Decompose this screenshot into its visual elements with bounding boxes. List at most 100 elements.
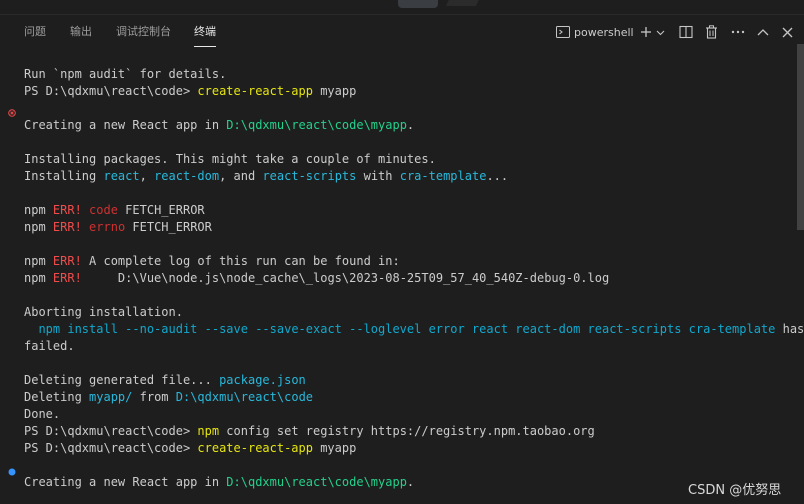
terminal-text: Creating a new React app in [24, 475, 227, 489]
watermark: CSDN @优努思 [688, 483, 782, 498]
terminal-line: Aborting installation. [24, 304, 794, 321]
terminal-text: npm [24, 220, 53, 234]
terminal-text: failed. [24, 339, 75, 353]
terminal-output[interactable]: Run `npm audit` for details. PS D:\qdxmu\… [24, 66, 804, 491]
terminal-text: FETCH_ERROR [117, 203, 205, 217]
chevron-down-icon [656, 28, 665, 37]
terminal-line: Deleting generated file... package.json [24, 372, 794, 389]
editor-shape-fragment [445, 0, 489, 6]
terminal-line: Deleting myapp/ from D:\qdxmu\react\code [24, 389, 794, 406]
terminal-text: , and [219, 169, 263, 183]
terminal-line: npm ERR! errno FETCH_ERROR [24, 219, 794, 236]
terminal-line: npm ERR! code FETCH_ERROR [24, 202, 794, 219]
terminal-text: PS D:\qdxmu\react\code> [24, 84, 198, 98]
terminal-text: npm [197, 424, 220, 438]
terminal-icon [556, 25, 570, 39]
terminal-text: Installing [24, 169, 104, 183]
terminal-scrollbar[interactable] [797, 44, 804, 230]
dot-icon[interactable] [8, 461, 16, 476]
terminal-text: Deleting generated file... [24, 373, 220, 387]
tab-terminal[interactable]: 终端 [194, 24, 216, 48]
terminal-text: ... [486, 169, 509, 183]
terminal-text: package.json [219, 373, 306, 387]
terminal-text: has [775, 322, 804, 336]
terminal-text: D:\qdxmu\react\code\myapp [226, 118, 407, 132]
terminal-text: D:\qdxmu\react\code\myapp [226, 475, 407, 489]
plus-icon [640, 26, 652, 38]
terminal-line: Run `npm audit` for details. [24, 66, 794, 83]
terminal-text: ERR! [52, 254, 82, 268]
tab-debug-console[interactable]: 调试控制台 [116, 24, 171, 48]
terminal-text: myapp [312, 84, 357, 98]
terminal-text: react [103, 169, 140, 183]
terminal-text: PS D:\qdxmu\react\code> [24, 424, 198, 438]
terminal-text: myapp/ [89, 390, 133, 404]
terminal-text: Creating a new React app in [24, 118, 227, 132]
close-icon [782, 27, 793, 38]
terminal-line: failed. [24, 338, 794, 355]
terminal-text: A complete log of this run can be found … [81, 254, 400, 268]
terminal-text: myapp [312, 441, 357, 455]
error-circle-icon[interactable] [8, 102, 16, 117]
editor-top-strip [0, 0, 804, 14]
terminal-text: config set registry https://registry.npm… [219, 424, 595, 438]
kill-terminal-button[interactable] [705, 21, 718, 43]
shell-name-label: powershell [574, 25, 634, 39]
terminal-text: Deleting [24, 390, 90, 404]
terminal-text: . [406, 475, 415, 489]
close-panel-button[interactable] [782, 21, 793, 43]
split-terminal-button[interactable] [679, 21, 693, 43]
terminal-text: . [406, 118, 415, 132]
terminal-text: cra-template [399, 169, 487, 183]
terminal-text: npm [24, 203, 53, 217]
terminal-text: PS D:\qdxmu\react\code> [24, 441, 198, 455]
terminal-line: Installing packages. This might take a c… [24, 151, 794, 168]
terminal-text: D:\qdxmu\react\code [175, 390, 314, 404]
more-actions-button[interactable] [731, 21, 745, 43]
terminal-text: create-react-app [197, 84, 313, 98]
terminal-text: react-scripts [262, 169, 357, 183]
editor-tab-fragment [398, 0, 438, 8]
terminal-text: Aborting installation. [24, 305, 183, 319]
terminal-text: Done. [24, 407, 61, 421]
terminal-text: errno [89, 220, 126, 234]
terminal-text: Installing packages. This might take a c… [24, 152, 436, 166]
tab-output[interactable]: 输出 [70, 24, 92, 48]
terminal-dropdown-button[interactable] [656, 21, 665, 43]
terminal-line: PS D:\qdxmu\react\code> create-react-app… [24, 83, 794, 100]
terminal-line: Done. [24, 406, 794, 423]
terminal-text: from [132, 390, 176, 404]
terminal-text: ERR! [52, 203, 82, 217]
terminal-text: ERR! [52, 271, 82, 285]
terminal-text: react-dom [154, 169, 220, 183]
terminal-text: ERR! [52, 220, 82, 234]
terminal-line: Creating a new React app in D:\qdxmu\rea… [24, 117, 794, 134]
terminal-text: code [89, 203, 118, 217]
terminal-line: Installing react, react-dom, and react-s… [24, 168, 794, 185]
chevron-up-icon [757, 28, 769, 36]
terminal-line: npm ERR! A complete log of this run can … [24, 253, 794, 270]
panel-tab-bar: 问题 输出 调试控制台 终端 powershell [0, 15, 804, 50]
terminal-text: FETCH_ERROR [125, 220, 212, 234]
tab-problems[interactable]: 问题 [24, 24, 46, 48]
new-terminal-button[interactable] [640, 21, 652, 43]
terminal-shell-selector[interactable]: powershell [556, 21, 634, 43]
terminal-text: , [139, 169, 155, 183]
terminal-line: PS D:\qdxmu\react\code> create-react-app… [24, 440, 794, 457]
terminal-text: npm [24, 271, 53, 285]
maximize-panel-button[interactable] [757, 21, 769, 43]
terminal-text: with [356, 169, 400, 183]
terminal-line: npm install --no-audit --save --save-exa… [24, 321, 804, 338]
more-icon [731, 30, 745, 34]
terminal-text: npm [24, 254, 53, 268]
terminal-line: Creating a new React app in D:\qdxmu\rea… [24, 474, 794, 491]
